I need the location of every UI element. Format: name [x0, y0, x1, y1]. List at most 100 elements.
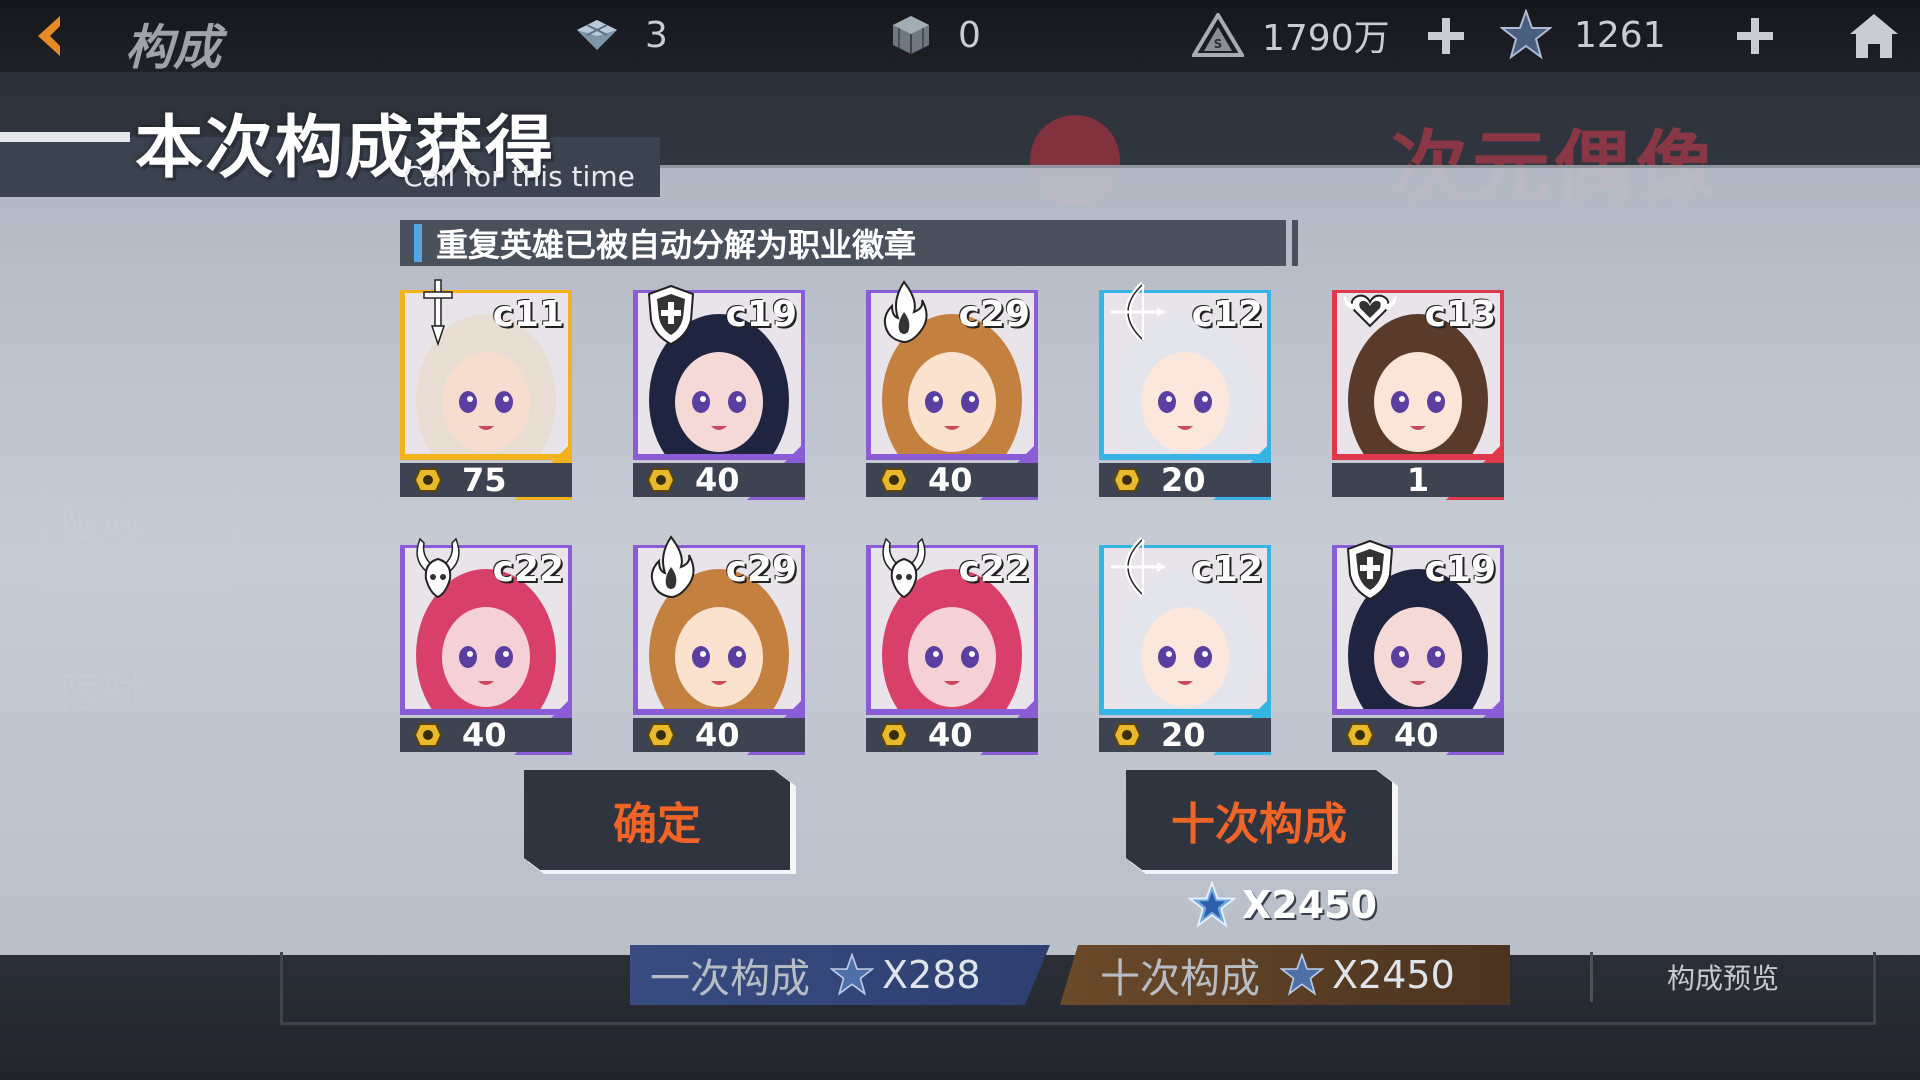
shield-icon [641, 278, 701, 348]
hero-code: c19 [1424, 549, 1496, 590]
call-preview-button[interactable]: 构成预览 [1590, 952, 1853, 1002]
badge-reward-value: 40 [928, 461, 973, 499]
result-card[interactable]: c12 20 [1099, 536, 1271, 755]
page-title: 构成 [125, 20, 222, 76]
single-call-cost-value: X288 [882, 953, 981, 997]
result-card[interactable]: c19 40 [1332, 539, 1504, 755]
hero-code: c12 [1191, 549, 1263, 590]
top-bar: 构成 3 0 S 1790万 1261 [0, 0, 1920, 76]
ten-call-button[interactable]: 十次构成 [1126, 770, 1392, 870]
class-badge-icon [1113, 467, 1141, 493]
badge-reward-value: 40 [695, 716, 740, 754]
result-card[interactable]: c29 40 [633, 535, 805, 755]
confirm-button[interactable]: 确定 [524, 770, 790, 870]
single-call-label: 一次构成 [650, 956, 810, 1002]
blue-star-icon [1280, 953, 1324, 996]
resource-star: 1261 [1500, 9, 1666, 61]
hero-code: c13 [1424, 294, 1496, 335]
notice-accent-bar [414, 224, 422, 262]
badge-reward-value: 1 [1406, 461, 1430, 499]
result-card[interactable]: c11 75 [400, 279, 572, 500]
hero-code: c12 [1191, 294, 1263, 335]
ten-call-bg-cost: X2450 [1280, 953, 1455, 997]
home-icon[interactable] [1848, 10, 1900, 62]
class-badge-icon [1346, 722, 1374, 748]
class-badge-icon [647, 467, 675, 493]
result-card[interactable]: c29 40 [866, 280, 1038, 500]
result-card[interactable]: c22 40 [400, 537, 572, 755]
notice-text: 重复英雄已被自动分解为职业徽章 [436, 226, 917, 264]
blue-star-icon [1500, 9, 1552, 61]
single-call-cost: X288 [830, 953, 981, 997]
blue-star-icon [1188, 881, 1236, 929]
flame-icon [641, 533, 701, 603]
resource-crystal: 3 [575, 10, 668, 60]
ten-call-button-label: 十次构成 [1171, 799, 1347, 850]
blue-star-icon [830, 953, 874, 996]
shield-icon [1340, 533, 1400, 603]
class-badge-icon [647, 722, 675, 748]
result-card[interactable]: c19 40 [633, 284, 805, 500]
modal-header: 本次构成获得 Call for this time [0, 92, 660, 197]
badge-reward: 75 [400, 461, 572, 499]
sword-icon [408, 278, 468, 348]
hero-code: c19 [725, 294, 797, 335]
hero-code: c22 [492, 549, 564, 590]
result-card[interactable]: c22 40 [866, 537, 1038, 755]
back-arrow-icon[interactable] [30, 12, 66, 60]
rubik-cube-icon [890, 14, 932, 56]
badge-reward: 40 [866, 716, 1038, 754]
header-accent-line [0, 132, 130, 142]
add-coin-button[interactable] [1428, 18, 1464, 54]
resource-crystal-value: 3 [645, 14, 668, 56]
horn-icon [408, 533, 468, 603]
heart-wing-icon [1340, 278, 1400, 348]
modal-subtitle: Call for this time [403, 160, 635, 193]
badge-reward-value: 40 [1394, 716, 1439, 754]
ten-call-bg-cost-value: X2450 [1332, 953, 1455, 997]
class-badge-icon [414, 467, 442, 493]
badge-reward: 40 [1332, 716, 1504, 754]
single-call-button[interactable]: 一次构成 X288 [630, 945, 1050, 1005]
bow-icon [1107, 278, 1167, 348]
badge-reward: 40 [633, 716, 805, 754]
ten-call-bg-label: 十次构成 [1100, 956, 1260, 1002]
confirm-button-label: 确定 [613, 799, 701, 850]
hero-code: c29 [725, 549, 797, 590]
badge-reward: 20 [1099, 716, 1271, 754]
badge-reward: 1 [1332, 461, 1504, 499]
crystal-cube-icon [575, 18, 619, 52]
hero-code: c11 [492, 294, 564, 335]
hero-code: c29 [958, 294, 1030, 335]
bow-icon [1107, 533, 1167, 603]
badge-reward: 40 [400, 716, 572, 754]
ten-call-cost-value: X2450 [1242, 883, 1378, 927]
resource-coin: S 1790万 [1192, 10, 1390, 60]
badge-reward-value: 40 [928, 716, 973, 754]
badge-reward-value: 75 [462, 461, 507, 499]
notice-tail-decoration [1280, 220, 1304, 266]
resource-star-value: 1261 [1574, 14, 1666, 56]
resource-coin-value: 1790万 [1262, 18, 1390, 59]
badge-reward: 20 [1099, 461, 1271, 499]
badge-reward-value: 40 [695, 461, 740, 499]
add-star-button[interactable] [1737, 18, 1773, 54]
ten-call-cost: X2450 [1188, 880, 1377, 930]
notice-banner: 重复英雄已被自动分解为职业徽章 [400, 220, 1304, 266]
triangle-coin-icon: S [1192, 13, 1244, 57]
horn-icon [874, 533, 934, 603]
resource-cube-value: 0 [958, 14, 981, 56]
ten-call-bg-button[interactable]: 十次构成 X2450 [1060, 945, 1510, 1005]
class-badge-icon [1113, 722, 1141, 748]
class-badge-icon [880, 467, 908, 493]
result-card[interactable]: c13 1 [1332, 290, 1504, 500]
class-badge-icon [414, 722, 442, 748]
badge-reward-value: 40 [462, 716, 507, 754]
call-preview-label: 构成预览 [1666, 962, 1779, 995]
result-card[interactable]: c12 20 [1099, 281, 1271, 500]
class-badge-icon [880, 722, 908, 748]
hero-code: c22 [958, 549, 1030, 590]
badge-reward: 40 [866, 461, 1038, 499]
badge-reward-value: 20 [1161, 716, 1206, 754]
flame-icon [874, 278, 934, 348]
